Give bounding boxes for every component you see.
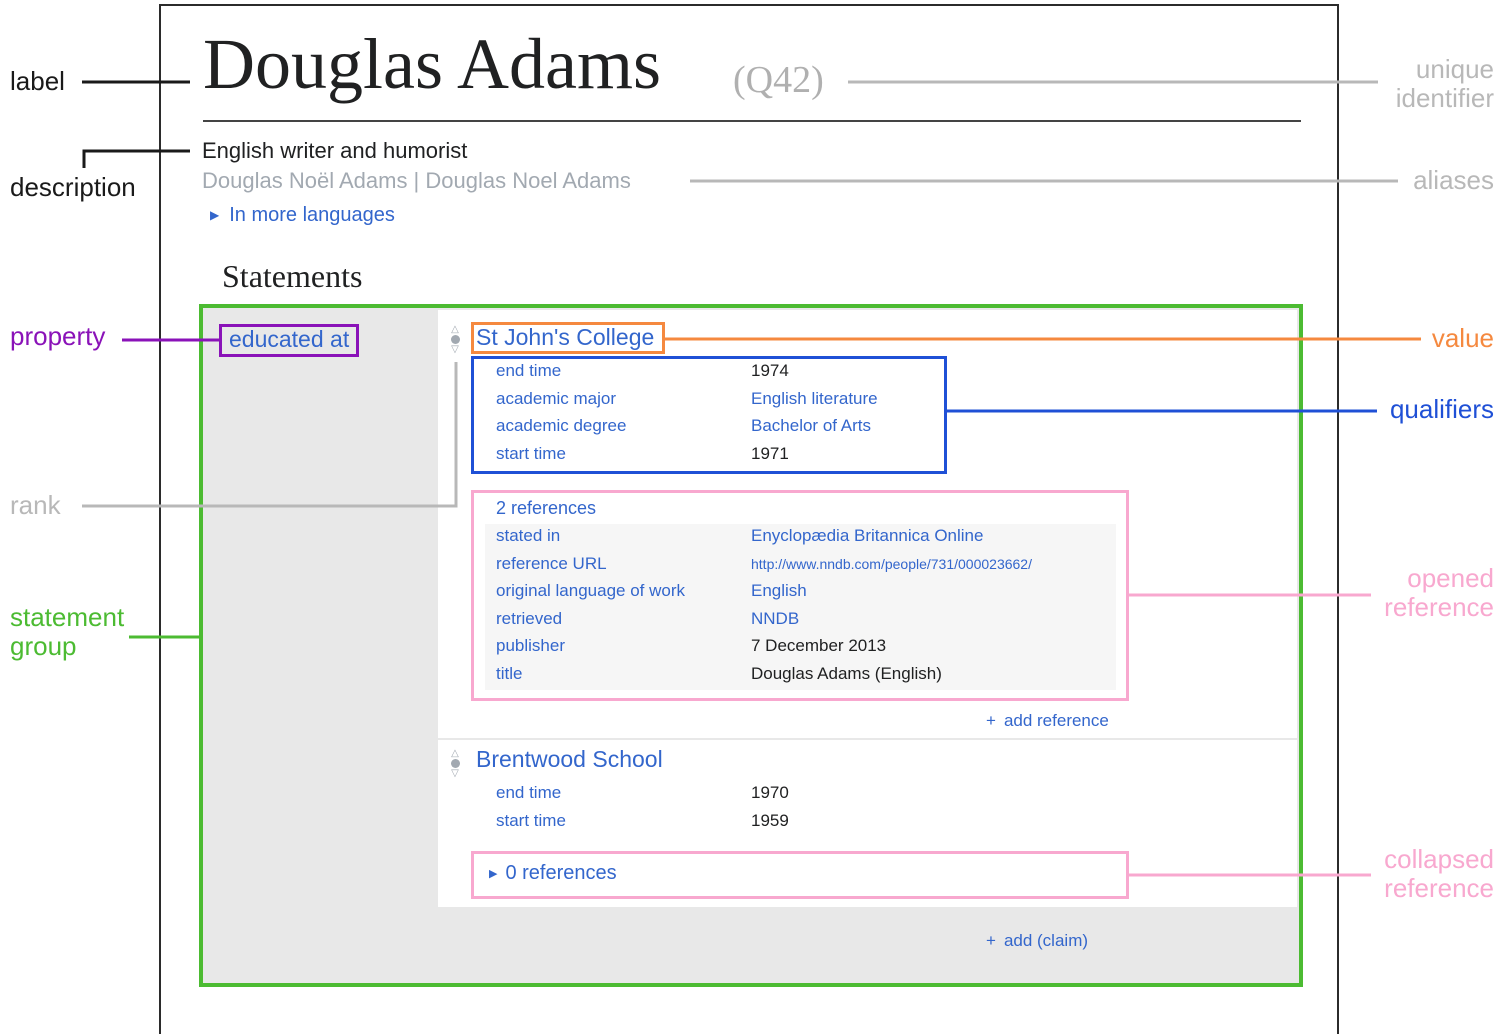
annotation-aliases: aliases [1413, 165, 1494, 195]
annotation-description: description [10, 172, 136, 202]
annotation-collapsed-reference: collapsed reference [1384, 845, 1494, 903]
annotation-line: collapsed [1384, 844, 1494, 874]
annotation-line: statement [10, 602, 125, 632]
annotation-line: group [10, 631, 77, 661]
annotation-value: value [1431, 323, 1494, 353]
annotation-property: property [10, 321, 106, 351]
annotation-qualifiers: qualifiers [1389, 394, 1494, 424]
annotation-rank: rank [10, 490, 61, 520]
annotation-leaders [82, 80, 1421, 877]
annotation-line: reference [1384, 873, 1494, 903]
description-leader [82, 149, 190, 168]
annotation-line: unique [1415, 54, 1494, 84]
annotation-unique-identifier: unique identifier [1396, 55, 1494, 113]
rank-leader [82, 362, 458, 508]
annotation-opened-reference: opened reference [1384, 564, 1494, 622]
annotation-statement-group: statement group [10, 603, 124, 661]
annotation-line: opened [1407, 563, 1494, 593]
annotation-label: label [10, 66, 65, 96]
annotation-line: reference [1384, 592, 1494, 622]
annotation-line: identifier [1395, 83, 1494, 113]
